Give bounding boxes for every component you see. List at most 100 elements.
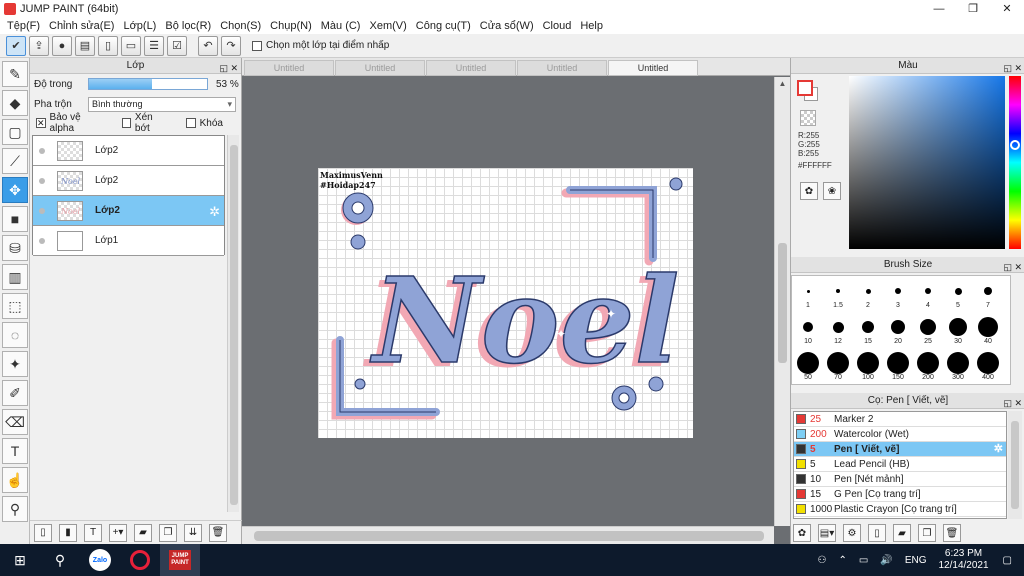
brush-row[interactable]: 10 Pen [Nét mảnh]: [794, 472, 1006, 487]
brush-size-cell[interactable]: 70: [823, 352, 853, 381]
brush-size-cell[interactable]: 2: [853, 280, 883, 309]
line-tool-icon[interactable]: ⟋: [2, 148, 28, 174]
folder-icon[interactable]: ▰: [134, 523, 152, 542]
list-icon[interactable]: ☰: [144, 35, 164, 56]
brush-size-cell[interactable]: 5: [943, 280, 973, 309]
brush-tool-icon[interactable]: ✎: [2, 61, 28, 87]
text-tool-icon[interactable]: T: [2, 438, 28, 464]
brush-row-selected[interactable]: 5 Pen [ Viết, vẽ] ✲: [794, 442, 1006, 457]
brush-row[interactable]: 1000 Plastic Crayon [Cọ trang trí]: [794, 502, 1006, 517]
gradient-tool-icon[interactable]: ▥: [2, 264, 28, 290]
rectangle-tool-icon[interactable]: ▢: [2, 119, 28, 145]
export-icon[interactable]: ⇪: [29, 35, 49, 56]
fill-rect-tool-icon[interactable]: ■: [2, 206, 28, 232]
brush-size-cell[interactable]: 200: [913, 352, 943, 381]
pick-layer-checkbox[interactable]: [252, 40, 262, 51]
network-icon[interactable]: ▭: [859, 555, 868, 566]
opacity-slider[interactable]: [88, 78, 208, 90]
merge-layer-icon[interactable]: ⇊: [184, 523, 202, 542]
select-pen-tool-icon[interactable]: ✐: [2, 380, 28, 406]
layer-row[interactable]: Lớp2: [33, 136, 224, 166]
menu-help[interactable]: Help: [577, 20, 609, 32]
brush-size-cell[interactable]: 4: [913, 280, 943, 309]
hand-tool-icon[interactable]: ☝: [2, 467, 28, 493]
brush-size-cell[interactable]: 300: [943, 352, 973, 381]
new-raster-layer-icon[interactable]: ▮: [59, 523, 77, 542]
layer-row-selected[interactable]: Noel Lớp2 ✲: [33, 196, 224, 226]
lock-option[interactable]: Khóa: [185, 118, 223, 129]
document-tab-active[interactable]: Untitled: [608, 60, 698, 76]
brush-size-cell[interactable]: 20: [883, 316, 913, 345]
transparent-color-swatch[interactable]: [800, 110, 816, 126]
canvas-vertical-scrollbar-thumb[interactable]: [778, 243, 787, 363]
blend-mode-select[interactable]: Bình thường: [88, 96, 236, 112]
new-layer-icon[interactable]: ▯: [34, 523, 52, 542]
panel-float-icon[interactable]: ◱ ✕: [219, 60, 238, 76]
trash-icon[interactable]: 🗑: [209, 523, 227, 542]
document-tab[interactable]: Untitled: [517, 60, 607, 76]
brush-size-cell[interactable]: 100: [853, 352, 883, 381]
artboard[interactable]: MaximusVenn #Hoidap247 Noel Noel ✦ ✦ ✦: [318, 168, 693, 438]
visibility-dot-icon[interactable]: [39, 237, 45, 244]
add-brush-menu-icon[interactable]: ▤▾: [818, 524, 836, 542]
visibility-dot-icon[interactable]: [39, 207, 45, 214]
document-tab[interactable]: Untitled: [426, 60, 516, 76]
windows-start-icon[interactable]: ⊞: [0, 544, 40, 576]
gear-icon[interactable]: ✲: [209, 204, 220, 220]
zalo-taskbar-button[interactable]: Zalo: [80, 544, 120, 576]
brush-size-cell[interactable]: 12: [823, 316, 853, 345]
duplicate-layer-icon[interactable]: ❐: [159, 523, 177, 542]
brush-size-cell[interactable]: 10: [793, 316, 823, 345]
layer-scrollbar[interactable]: [227, 135, 239, 512]
brush-size-cell[interactable]: 1: [793, 280, 823, 309]
menu-color[interactable]: Màu (C): [318, 20, 367, 32]
clock[interactable]: 6:23 PM 12/14/2021: [938, 548, 988, 572]
duplicate-brush-icon[interactable]: ❐: [918, 524, 936, 542]
protect-alpha-checkbox[interactable]: ✕: [36, 118, 46, 128]
saturation-value-picker[interactable]: [849, 76, 1005, 249]
canvas-horizontal-scrollbar-thumb[interactable]: [254, 531, 764, 541]
brush-row[interactable]: 5 Lead Pencil (HB): [794, 457, 1006, 472]
brush-size-cell[interactable]: 7: [973, 280, 1003, 309]
brush-size-cell[interactable]: 25: [913, 316, 943, 345]
page-icon[interactable]: ▯: [98, 35, 118, 56]
brush-row[interactable]: 200 Watercolor (Wet): [794, 427, 1006, 442]
menu-edit[interactable]: Chỉnh sửa(E): [46, 20, 120, 32]
add-layer-menu-icon[interactable]: +▾: [109, 523, 127, 542]
text-bubble-icon[interactable]: ▤: [75, 35, 95, 56]
brush-list-scrollbar[interactable]: [1008, 411, 1022, 519]
panel-float-icon[interactable]: ◱ ✕: [1003, 259, 1022, 275]
checklist-icon[interactable]: ☑: [167, 35, 187, 56]
move-tool-icon[interactable]: ✥: [2, 177, 28, 203]
layer-row[interactable]: Noel Lớp2: [33, 166, 224, 196]
menu-tools[interactable]: Công cụ(T): [413, 20, 477, 32]
clipping-option[interactable]: Xén bớt: [121, 112, 168, 134]
layer-scrollbar-thumb[interactable]: [230, 145, 238, 505]
menu-cloud[interactable]: Cloud: [540, 20, 578, 32]
brush-settings-icon[interactable]: ⚙: [843, 524, 861, 542]
document-tab[interactable]: Untitled: [244, 60, 334, 76]
canvas-vertical-scrollbar[interactable]: ▲: [774, 77, 790, 526]
scroll-up-icon[interactable]: ▲: [775, 77, 790, 91]
brush-row[interactable]: 25 Marker 2: [794, 412, 1006, 427]
restore-button[interactable]: ❐: [956, 0, 990, 17]
notification-icon[interactable]: ▢: [1003, 555, 1012, 566]
palette-settings-icon[interactable]: ❀: [823, 182, 841, 200]
brush-size-cell[interactable]: 30: [943, 316, 973, 345]
menu-view[interactable]: Xem(V): [366, 20, 412, 32]
brush-folder-icon[interactable]: ▰: [893, 524, 911, 542]
menu-file[interactable]: Tệp(F): [4, 20, 46, 32]
canvas-horizontal-scrollbar[interactable]: [242, 526, 774, 544]
trash-icon[interactable]: 🗑: [943, 524, 961, 542]
brush-size-cell[interactable]: 15: [853, 316, 883, 345]
jump-paint-taskbar-button[interactable]: JUMP PAINT: [160, 544, 200, 576]
document-tab[interactable]: Untitled: [335, 60, 425, 76]
menu-filter[interactable]: Bộ lọc(R): [162, 20, 217, 32]
brush-size-cell[interactable]: 1.5: [823, 280, 853, 309]
menu-capture[interactable]: Chụp(N): [267, 20, 318, 32]
volume-icon[interactable]: 🔊: [880, 555, 892, 566]
brush-size-cell[interactable]: 3: [883, 280, 913, 309]
document-icon[interactable]: ▭: [121, 35, 141, 56]
brush-size-cell[interactable]: 40: [973, 316, 1003, 345]
speech-bubble-icon[interactable]: ●: [52, 35, 72, 56]
